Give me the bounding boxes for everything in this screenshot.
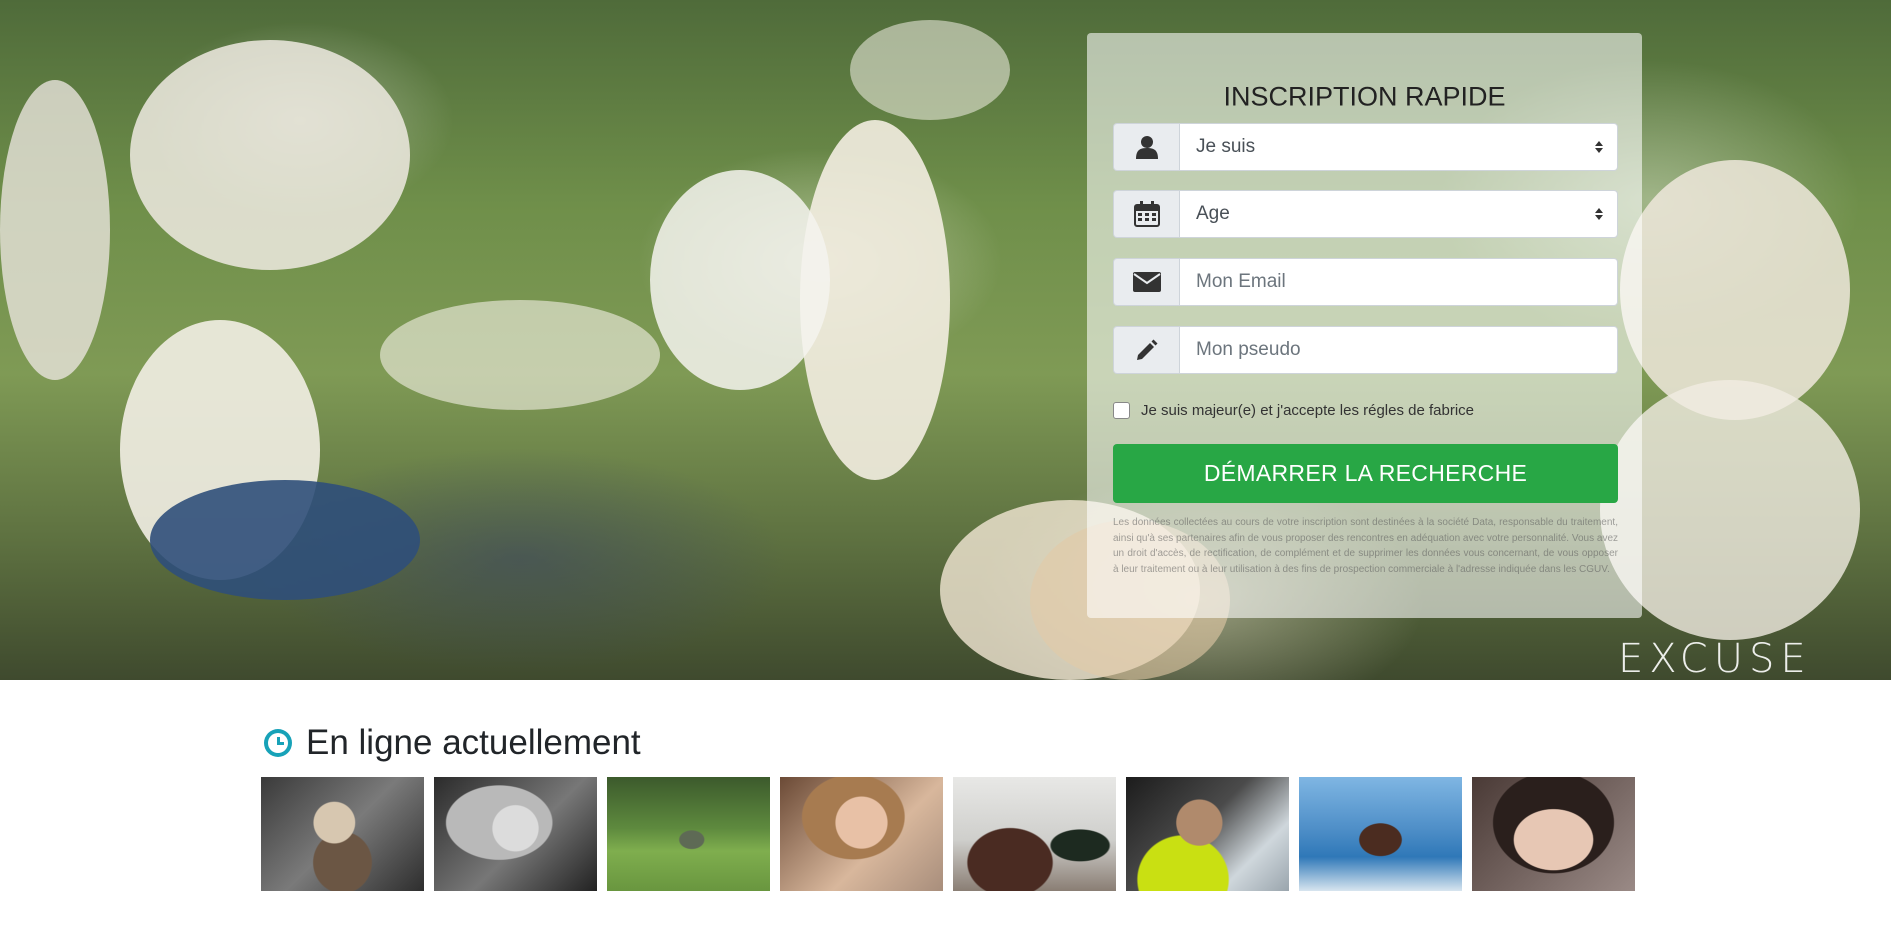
consent-row: Je suis majeur(e) et j'accepte les régle… (1113, 398, 1618, 422)
photo-shape (380, 300, 660, 410)
consent-label[interactable]: Je suis majeur(e) et j'accepte les régle… (1141, 402, 1474, 419)
envelope-icon (1113, 258, 1179, 306)
privacy-disclaimer: Les données collectées au cours de votre… (1113, 517, 1619, 575)
email-field[interactable]: Mon Email (1179, 258, 1618, 306)
profile-photo-5[interactable] (953, 777, 1116, 891)
sex-select-group: Je suis (1113, 123, 1618, 171)
pseudo-input-group: Mon pseudo (1113, 326, 1618, 374)
photo-shape (650, 170, 830, 390)
profile-photo-2[interactable] (434, 777, 597, 891)
pencil-icon (1113, 326, 1179, 374)
photo-shape (850, 20, 1010, 120)
quick-signup-panel: INSCRIPTION RAPIDE Je suis Age Mon Email… (1087, 33, 1642, 618)
sex-select[interactable]: Je suis (1179, 123, 1618, 171)
photo-shape (0, 80, 110, 380)
online-now-title: En ligne actuellement (306, 723, 641, 762)
profile-photo-8[interactable] (1472, 777, 1635, 891)
hero-background-photo: EXCUSE INSCRIPTION RAPIDE Je suis Age Mo… (0, 0, 1891, 680)
select-caret-icon (1595, 208, 1603, 220)
select-caret-icon (1595, 141, 1603, 153)
user-icon (1113, 123, 1179, 171)
clock-icon (264, 729, 292, 757)
start-search-button[interactable]: DÉMARRER LA RECHERCHE (1113, 444, 1618, 503)
pseudo-placeholder: Mon pseudo (1196, 339, 1301, 360)
photo-shape (130, 40, 410, 270)
age-select-value: Age (1196, 203, 1230, 224)
sex-select-value: Je suis (1196, 136, 1256, 157)
photo-shape (150, 480, 420, 600)
profile-photo-3[interactable] (607, 777, 770, 891)
age-select-group: Age (1113, 190, 1618, 238)
profile-photo-7[interactable] (1299, 777, 1462, 891)
email-placeholder: Mon Email (1196, 271, 1286, 292)
email-input-group: Mon Email (1113, 258, 1618, 306)
pseudo-field[interactable]: Mon pseudo (1179, 326, 1618, 374)
age-select[interactable]: Age (1179, 190, 1618, 238)
calendar-icon (1113, 190, 1179, 238)
profile-photo-1[interactable] (261, 777, 424, 891)
profile-photo-4[interactable] (780, 777, 943, 891)
profile-photo-6[interactable] (1126, 777, 1289, 891)
photo-watermark: EXCUSE (1618, 636, 1812, 680)
panel-title: INSCRIPTION RAPIDE (1223, 81, 1506, 112)
consent-checkbox[interactable] (1113, 401, 1130, 419)
online-now-heading: En ligne actuellement (264, 720, 641, 766)
